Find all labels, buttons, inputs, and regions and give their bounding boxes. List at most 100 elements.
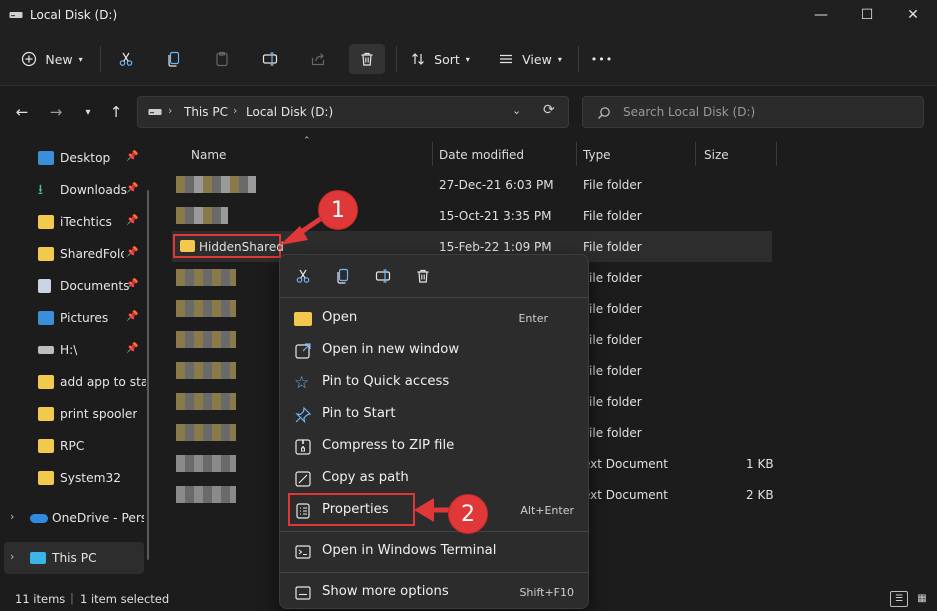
new-button[interactable]: New ▾ [14, 44, 90, 74]
sidebar-item-label: Desktop [60, 151, 111, 165]
menu-item-copy-as-path[interactable]: Copy as path [286, 463, 584, 495]
type-cell: ext Document [583, 488, 668, 502]
paste-button[interactable] [208, 44, 236, 74]
rename-button[interactable] [256, 44, 284, 74]
tiles-view-icon[interactable]: ▦ [913, 591, 931, 607]
drive-icon [9, 12, 23, 18]
address-bar[interactable]: › This PC › Local Disk (D:) ⌄ ⟳ [137, 96, 569, 128]
sidebar-item-itechtics[interactable]: iTechtics 📌 [0, 206, 148, 238]
address-dropdown-icon[interactable]: ⌄ [512, 104, 521, 117]
status-divider: | [70, 591, 74, 605]
column-divider[interactable] [576, 142, 577, 166]
trash-icon[interactable] [412, 265, 434, 287]
blurred-name [176, 331, 236, 348]
column-divider[interactable] [695, 142, 696, 166]
menu-item-open[interactable]: Open Enter [286, 303, 584, 335]
type-cell: File folder [583, 302, 642, 316]
details-view-icon[interactable]: ☰ [890, 591, 908, 607]
menu-separator [280, 572, 588, 573]
more-options-button[interactable]: ••• [588, 44, 616, 74]
folder-icon [38, 407, 54, 421]
folder-icon [38, 215, 54, 229]
cloud-icon [30, 514, 48, 523]
folder-icon [38, 375, 54, 389]
folder-icon [180, 240, 195, 252]
menu-shortcut: Enter [518, 312, 548, 325]
command-bar: New ▾ Sort ▾ View ▾ ••• [0, 32, 937, 86]
recent-chevron-icon[interactable]: ▾ [76, 100, 100, 124]
delete-button[interactable] [349, 44, 385, 74]
sidebar-item-onedrive[interactable]: › OneDrive - Perso [0, 502, 148, 534]
column-header-type[interactable]: Type [583, 148, 611, 162]
minimize-button[interactable]: — [798, 0, 844, 30]
chevron-right-icon: › [10, 510, 15, 523]
sidebar-item-system32[interactable]: System32 [0, 462, 148, 494]
document-icon [38, 279, 51, 293]
clipboard-icon [216, 51, 228, 67]
copy-icon[interactable] [332, 265, 354, 287]
sidebar-item-this-pc[interactable]: › This PC [4, 542, 144, 574]
divider [578, 46, 579, 72]
column-header-name[interactable]: Name [191, 148, 226, 162]
breadcrumb-current[interactable]: Local Disk (D:) [246, 105, 333, 119]
sidebar-item-downloads[interactable]: ⭳ Downloads 📌 [0, 174, 148, 206]
column-header-date[interactable]: Date modified [439, 148, 524, 162]
share-button[interactable] [304, 44, 332, 74]
up-arrow-icon[interactable]: ↑ [104, 100, 128, 124]
forward-arrow-icon[interactable]: → [44, 100, 68, 124]
cut-button[interactable] [112, 44, 140, 74]
search-box[interactable]: Search Local Disk (D:) [582, 96, 924, 128]
sort-button[interactable]: Sort ▾ [404, 44, 476, 74]
menu-shortcut: Shift+F10 [519, 586, 574, 599]
sidebar-item-documents[interactable]: Documents 📌 [0, 270, 148, 302]
menu-item-label: Open in Windows Terminal [322, 543, 497, 558]
table-row[interactable]: 27-Dec-21 6:03 PM File folder [172, 169, 772, 200]
type-cell: File folder [583, 395, 642, 409]
menu-item-pin-start[interactable]: Pin to Start [286, 399, 584, 431]
sidebar-item-sharedfolder[interactable]: SharedFolde 📌 [0, 238, 148, 270]
size-cell: 1 KB [746, 457, 774, 471]
sidebar-item-label: This PC [52, 551, 97, 565]
refresh-icon[interactable]: ⟳ [543, 102, 555, 118]
cut-icon[interactable] [292, 265, 314, 287]
chevron-down-icon: ▾ [557, 54, 562, 64]
view-label: View [522, 51, 552, 67]
drive-icon [148, 109, 162, 115]
date-cell: 27-Dec-21 6:03 PM [439, 178, 554, 192]
more-options-icon [295, 586, 311, 600]
breadcrumb-chevron-icon: › [168, 104, 173, 117]
menu-item-label: Compress to ZIP file [322, 438, 455, 453]
trash-icon [361, 52, 373, 66]
star-icon: ☆ [294, 373, 310, 393]
sidebar-item-add-app[interactable]: add app to star [0, 366, 148, 398]
menu-item-pin-quick-access[interactable]: ☆ Pin to Quick access [286, 367, 584, 399]
copy-button[interactable] [160, 44, 188, 74]
sidebar-item-desktop[interactable]: Desktop 📌 [0, 142, 148, 174]
view-button[interactable]: View ▾ [492, 44, 568, 74]
breadcrumb-this-pc[interactable]: This PC [184, 105, 228, 119]
column-divider[interactable] [432, 142, 433, 166]
sidebar-item-print-spooler[interactable]: print spooler [0, 398, 148, 430]
column-header-size[interactable]: Size [704, 148, 729, 162]
back-arrow-icon[interactable]: ← [10, 100, 34, 124]
menu-item-label: Show more options [322, 584, 449, 599]
view-list-icon [500, 54, 513, 64]
table-row[interactable]: 15-Oct-21 3:35 PM File folder [172, 200, 772, 231]
sidebar-item-rpc[interactable]: RPC [0, 430, 148, 462]
menu-item-show-more-options[interactable]: Show more options Shift+F10 [286, 577, 584, 609]
sidebar-item-pictures[interactable]: Pictures 📌 [0, 302, 148, 334]
close-button[interactable]: ✕ [890, 0, 936, 30]
item-count: 11 items [15, 592, 66, 606]
menu-item-open-terminal[interactable]: Open in Windows Terminal [286, 536, 584, 568]
menu-item-compress-zip[interactable]: Compress to ZIP file [286, 431, 584, 463]
menu-item-label: Pin to Quick access [322, 374, 450, 389]
menu-item-open-new-window[interactable]: Open in new window [286, 335, 584, 367]
sidebar-scrollbar[interactable] [147, 190, 149, 560]
rename-icon[interactable] [372, 265, 394, 287]
maximize-button[interactable]: ☐ [844, 0, 890, 30]
sidebar-item-label: Pictures [60, 311, 109, 325]
sidebar-item-label: iTechtics [60, 215, 112, 229]
sidebar-item-h-drive[interactable]: H:\ 📌 [0, 334, 148, 366]
column-divider[interactable] [776, 142, 777, 166]
sidebar-item-label: RPC [60, 439, 85, 453]
